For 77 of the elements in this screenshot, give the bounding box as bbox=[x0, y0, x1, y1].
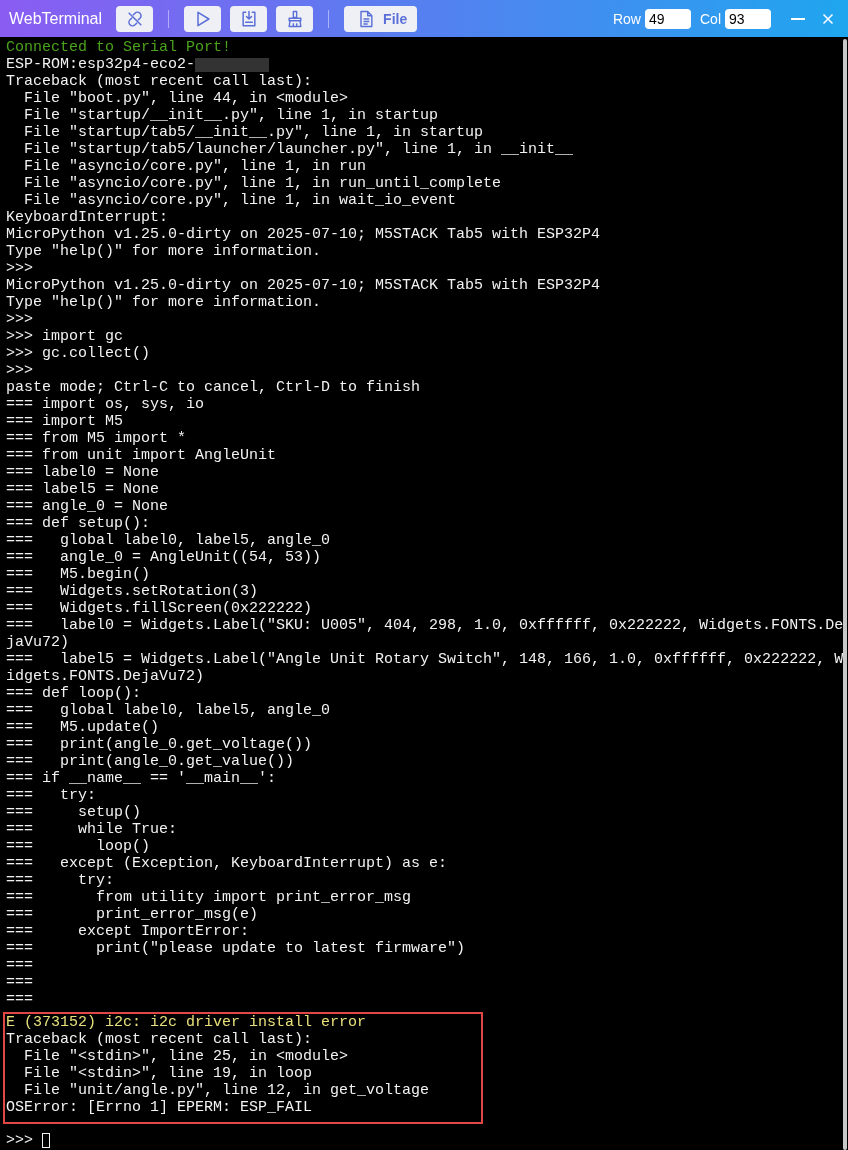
terminal-line: File "<stdin>", line 19, in loop bbox=[23, 1065, 313, 1082]
terminal-line: === Widgets.fillScreen(0x222222) bbox=[6, 600, 313, 617]
terminal-line: File "unit/angle.py", line 12, in get_voltage bbox=[23, 1082, 430, 1099]
terminal-line: idgets.FONTS.DejaVu72) bbox=[6, 668, 205, 685]
terminal-line: Connected to Serial Port! bbox=[6, 39, 232, 56]
terminal-line: === from unit import AngleUnit bbox=[6, 447, 277, 464]
scrollbar[interactable] bbox=[843, 39, 847, 1150]
terminal-line: === M5.update() bbox=[6, 719, 160, 736]
terminal-line: === bbox=[6, 991, 33, 1008]
text-cursor bbox=[42, 1133, 50, 1148]
terminal-line: === bbox=[6, 957, 33, 974]
terminal-line: KeyboardInterrupt: bbox=[6, 209, 169, 226]
terminal-line: === label5 = Widgets.Label("Angle Unit Rotary Switch", 148, 166, 1.0, 0xffffff, 0x222222, W bbox=[6, 651, 844, 668]
terminal-line: === except (Exception, KeyboardInterrupt) as e: bbox=[6, 855, 448, 872]
terminal-line: === setup() bbox=[6, 804, 142, 821]
terminal-line: paste mode; Ctrl-C to cancel, Ctrl-D to finish bbox=[6, 379, 421, 396]
terminal-line: === print("please update to latest firmware") bbox=[6, 940, 466, 957]
terminal-line: ESP-ROM:esp32p4-eco2- bbox=[6, 56, 196, 73]
terminal-line: === import M5 bbox=[6, 413, 124, 430]
terminal-line: >>> bbox=[6, 362, 33, 379]
terminal-line: === angle_0 = AngleUnit((54, 53)) bbox=[6, 549, 322, 566]
prompt: >>> bbox=[6, 1132, 33, 1149]
terminal-line: === loop() bbox=[6, 838, 151, 855]
play-button[interactable] bbox=[184, 5, 222, 32]
terminal-line: File "startup/tab5/__init__.py", line 1, in startup bbox=[23, 124, 484, 141]
terminal-line: File "startup/__init__.py", line 1, in startup bbox=[23, 107, 439, 124]
terminal-line: File "startup/tab5/launcher/launcher.py", line 1, in __init__ bbox=[23, 141, 574, 158]
terminal-line: File "asyncio/core.py", line 1, in run bbox=[23, 158, 367, 175]
terminal-line: === Widgets.setRotation(3) bbox=[6, 583, 259, 600]
terminal-line: E (373152) i2c: i2c driver install error bbox=[6, 1014, 367, 1031]
col-label: Col bbox=[700, 10, 721, 27]
file-button[interactable]: File bbox=[344, 5, 418, 32]
terminal-line: === from utility import print_error_msg bbox=[6, 889, 412, 906]
terminal-line: === def loop(): bbox=[6, 685, 142, 702]
terminal-line: === label0 = Widgets.Label("SKU: U005", 404, 298, 1.0, 0xffffff, 0x222222, Widgets.FONTS.De bbox=[6, 617, 844, 634]
terminal-line: === from M5 import * bbox=[6, 430, 187, 447]
terminal-line: === print(angle_0.get_voltage()) bbox=[6, 736, 313, 753]
terminal-line: === label5 = None bbox=[6, 481, 160, 498]
terminal-line: === global label0, label5, angle_0 bbox=[6, 702, 331, 719]
terminal-line: === angle_0 = None bbox=[6, 498, 169, 515]
terminal-line: === M5.begin() bbox=[6, 566, 151, 583]
terminal-line: MicroPython v1.25.0-dirty on 2025-07-10; M5STACK Tab5 with ESP32P4 bbox=[6, 277, 601, 294]
terminal-line: >>> bbox=[6, 311, 33, 328]
terminal-line: OSError: [Errno 1] EPERM: ESP_FAIL bbox=[6, 1099, 313, 1116]
terminal-line: File "asyncio/core.py", line 1, in run_until_complete bbox=[23, 175, 502, 192]
terminal-line: === global label0, label5, angle_0 bbox=[6, 532, 331, 549]
terminal-line: === bbox=[6, 974, 33, 991]
terminal-line: === while True: bbox=[6, 821, 178, 838]
terminal-line: === except ImportError: bbox=[6, 923, 250, 940]
terminal-line: Traceback (most recent call last): bbox=[6, 73, 313, 90]
terminal-line: === try: bbox=[6, 872, 115, 889]
window-title: WebTerminal bbox=[9, 9, 103, 28]
download-tray-button[interactable] bbox=[230, 5, 268, 32]
terminal-line: Traceback (most recent call last): bbox=[6, 1031, 313, 1048]
terminal-line: MicroPython v1.25.0-dirty on 2025-07-10; M5STACK Tab5 with ESP32P4 bbox=[6, 226, 601, 243]
terminal-line: >>> bbox=[6, 260, 33, 277]
terminal-line: File "<stdin>", line 25, in <module> bbox=[23, 1048, 349, 1065]
row-field[interactable]: 49 bbox=[645, 8, 691, 29]
terminal-line: === label0 = None bbox=[6, 464, 160, 481]
broom-button[interactable] bbox=[276, 5, 314, 32]
terminal-line: File "boot.py", line 44, in <module> bbox=[23, 90, 349, 107]
terminal-line: File "asyncio/core.py", line 1, in wait_io_event bbox=[23, 192, 457, 209]
terminal-line: >>> gc.collect() bbox=[6, 345, 151, 362]
terminal-line: === if __name__ == '__main__': bbox=[6, 770, 277, 787]
col-field[interactable]: 93 bbox=[725, 8, 771, 29]
terminal-line: === print(angle_0.get_value()) bbox=[6, 753, 295, 770]
terminal-line: === print_error_msg(e) bbox=[6, 906, 259, 923]
row-label: Row bbox=[612, 10, 641, 27]
minimize-icon bbox=[791, 17, 805, 20]
terminal-line: Type "help()" for more information. bbox=[6, 294, 322, 311]
terminal-line: === def setup(): bbox=[6, 515, 151, 532]
terminal-line: === import os, sys, io bbox=[6, 396, 205, 413]
terminal-line: >>> import gc bbox=[6, 328, 124, 345]
broken-link-button[interactable] bbox=[116, 5, 154, 32]
terminal-line: === try: bbox=[6, 787, 96, 804]
terminal-line: jaVu72) bbox=[6, 634, 69, 651]
terminal-line: Type "help()" for more information. bbox=[6, 243, 322, 260]
